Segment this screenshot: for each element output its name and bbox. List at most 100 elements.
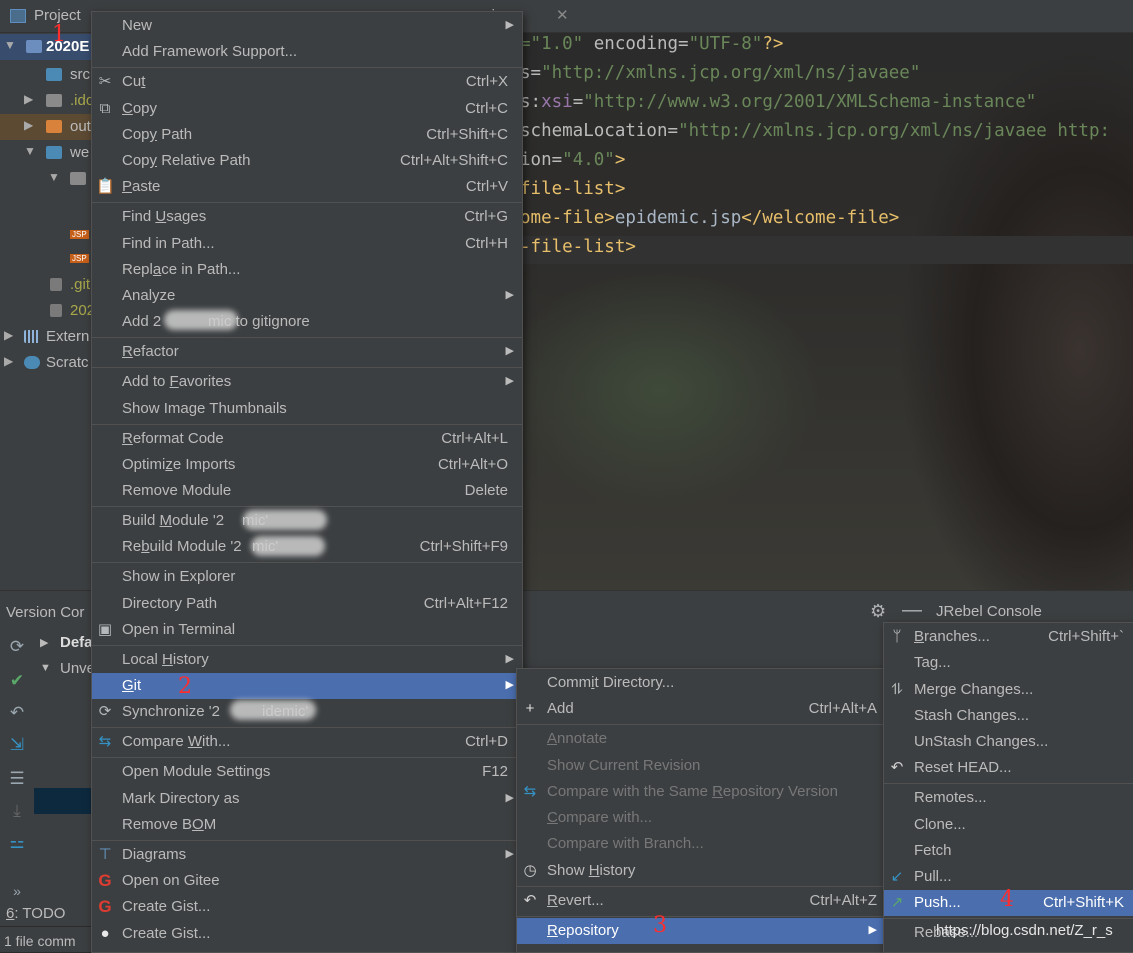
submenu-arrow-icon: ▶ [505,653,514,665]
commit-check-icon[interactable]: ✔ [6,670,28,692]
context-menu-item-remove-bom[interactable]: Remove BOM [92,812,522,838]
chevron-down-icon[interactable]: ▼ [40,662,51,674]
repo-menu-item-branches[interactable]: ᛘ Branches... Ctrl+Shift+` [884,624,1133,650]
context-menu-item-local-history[interactable]: Local History ▶ [92,647,522,673]
chevron-right-icon[interactable]: ▶ [40,636,48,649]
minimize-icon[interactable]: — [902,599,922,622]
git-submenu: Commit Directory... + Add Ctrl+Alt+A Annotat… [516,668,886,953]
jrebel-console-tab[interactable]: JRebel Console [936,603,1042,620]
context-menu-item-find-in-path[interactable]: Find in Path... Ctrl+H [92,231,522,257]
git-menu-item-revert[interactable]: ↶ Revert... Ctrl+Alt+Z [517,888,885,914]
repo-menu-item-stash-changes[interactable]: Stash Changes... [884,703,1133,729]
menu-item-label: Show History [547,862,636,879]
menu-item-shortcut: Ctrl+Shift+C [426,126,508,143]
diff-icon[interactable]: ⇲ [6,734,28,756]
changelist-icon[interactable]: ☰ [6,768,28,790]
context-menu-item-create-gist[interactable]: ● Create Gist... [92,921,522,947]
file-icon [50,278,62,291]
context-menu-item-paste[interactable]: 📋 Paste Ctrl+V [92,174,522,200]
vc-toolbar: ⟳ ✔ ↶ ⇲ ☰ ⤓ ⚍ » [0,630,34,900]
menu-separator [92,424,522,425]
context-menu-item-copy-relative-path[interactable]: Copy Relative Path Ctrl+Alt+Shift+C [92,148,522,174]
context-menu-item-reformat-code[interactable]: Reformat Code Ctrl+Alt+L [92,426,522,452]
context-menu-item-show-image-thumbnails[interactable]: Show Image Thumbnails [92,396,522,422]
repo-menu-item-merge-changes[interactable]: ⥮ Merge Changes... [884,677,1133,703]
context-menu-item-find-usages[interactable]: Find Usages Ctrl+G [92,204,522,230]
rollback-icon[interactable]: ↶ [6,702,28,724]
context-menu-item-analyze[interactable]: Analyze ▶ [92,283,522,309]
repo-menu-item-unstash-changes[interactable]: UnStash Changes... [884,729,1133,755]
context-menu-item-compare-with[interactable]: ⇆ Compare With... Ctrl+D [92,729,522,755]
context-menu-item-remove-module[interactable]: Remove Module Delete [92,478,522,504]
selected-file-row[interactable] [34,788,94,814]
menu-separator [92,337,522,338]
repo-menu-item-tag[interactable]: Tag... [884,650,1133,676]
menu-item-label: Local History [122,651,209,668]
chevron-down-icon[interactable]: ▼ [24,144,36,158]
changelist-unversioned[interactable]: ▼ Unve [34,660,95,686]
git-menu-item-show-current-revision[interactable]: Show Current Revision [517,753,885,779]
repo-menu-item-fetch[interactable]: Fetch [884,838,1133,864]
context-menu-item-replace-in-path[interactable]: Replace in Path... [92,257,522,283]
context-menu-item-cut[interactable]: ✂ Cut Ctrl+X [92,69,522,95]
menu-item-label: Cut [122,73,146,90]
chevron-right-icon[interactable]: ▶ [4,354,13,368]
menu-separator [884,918,1133,919]
chevron-right-icon[interactable]: ▶ [4,328,13,342]
context-menu-item-open-in-terminal[interactable]: ▣ Open in Terminal [92,617,522,643]
jsp-file-icon: JSP [70,254,89,263]
chevron-right-icon[interactable]: ▶ [24,118,33,132]
menu-item-label: Repository [547,922,619,939]
github-icon: ● [100,925,110,942]
group-icon[interactable]: ⚍ [6,832,28,854]
context-menu-item-add-framework-support[interactable]: Add Framework Support... [92,39,522,65]
git-menu-item-commit-directory[interactable]: Commit Directory... [517,670,885,696]
context-menu-item-new[interactable]: New ▶ [92,13,522,39]
menu-item-label: Replace in Path... [122,261,241,278]
menu-separator [92,757,522,758]
git-menu-item-annotate[interactable]: Annotate [517,726,885,752]
close-tab-icon[interactable]: ✕ [556,6,569,24]
context-menu-item-refactor[interactable]: Refactor ▶ [92,339,522,365]
context-menu-item-create-gist[interactable]: G Create Gist... [92,894,522,920]
context-menu-item-add-to-favorites[interactable]: Add to Favorites ▶ [92,369,522,395]
excluded-folder-icon [46,120,62,133]
shelve-icon[interactable]: ⤓ [6,800,28,822]
git-menu-item-add[interactable]: + Add Ctrl+Alt+A [517,696,885,722]
context-menu-item-show-in-explorer[interactable]: Show in Explorer [92,564,522,590]
version-control-title[interactable]: Version Cor [6,604,84,621]
gear-icon[interactable]: ⚙ [870,601,886,622]
git-menu-item-show-history[interactable]: ◷ Show History [517,858,885,884]
context-menu-item-git[interactable]: Git ▶ [92,673,522,699]
menu-item-label: Rebuild Module '2 [122,538,242,555]
copy-icon: ⧉ [99,100,111,117]
menu-item-shortcut: Ctrl+Shift+` [1048,628,1124,645]
git-menu-item-compare-with[interactable]: Compare with... [517,805,885,831]
chevron-down-icon[interactable]: ▼ [48,170,60,184]
context-menu-item-diagrams[interactable]: ⊤ Diagrams ▶ [92,842,522,868]
context-menu-item-copy-path[interactable]: Copy Path Ctrl+Shift+C [92,122,522,148]
menu-item-shortcut: Ctrl+Alt+Shift+C [400,152,508,169]
repo-menu-item-clone[interactable]: Clone... [884,812,1133,838]
chevron-down-icon[interactable]: ▼ [4,38,16,52]
context-menu-item-optimize-imports[interactable]: Optimize Imports Ctrl+Alt+O [92,452,522,478]
menu-item-label: Directory Path [122,595,218,612]
context-menu-item-open-module-settings[interactable]: Open Module Settings F12 [92,759,522,785]
repo-menu-item-remotes[interactable]: Remotes... [884,785,1133,811]
repo-menu-item-reset-head[interactable]: ↶ Reset HEAD... [884,755,1133,781]
expand-icon[interactable]: » [6,880,28,902]
refresh-icon[interactable]: ⟳ [6,636,28,658]
git-menu-item-compare-with-branch[interactable]: Compare with Branch... [517,831,885,857]
context-menu-item-copy[interactable]: ⧉ Copy Ctrl+C [92,96,522,122]
menu-item-label: Analyze [122,287,176,304]
todo-tab[interactable]: 6: TODO [6,905,65,922]
context-menu-item-add-2[interactable]: Add 2 mic to gitignore [92,309,522,335]
annotation-number-2: 2 [178,674,192,699]
git-menu-item-compare-with-the-same-repository-version[interactable]: ⇆ Compare with the Same Repository Versio… [517,779,885,805]
context-menu-item-open-on-gitee[interactable]: G Open on Gitee [92,868,522,894]
context-menu-item-directory-path[interactable]: Directory Path Ctrl+Alt+F12 [92,591,522,617]
context-menu-item-mark-directory-as[interactable]: Mark Directory as ▶ [92,786,522,812]
chevron-right-icon[interactable]: ▶ [24,92,33,106]
git-menu-item-repository[interactable]: Repository ▶ [517,918,885,944]
changelist-default[interactable]: ▶ Defa [34,634,94,660]
